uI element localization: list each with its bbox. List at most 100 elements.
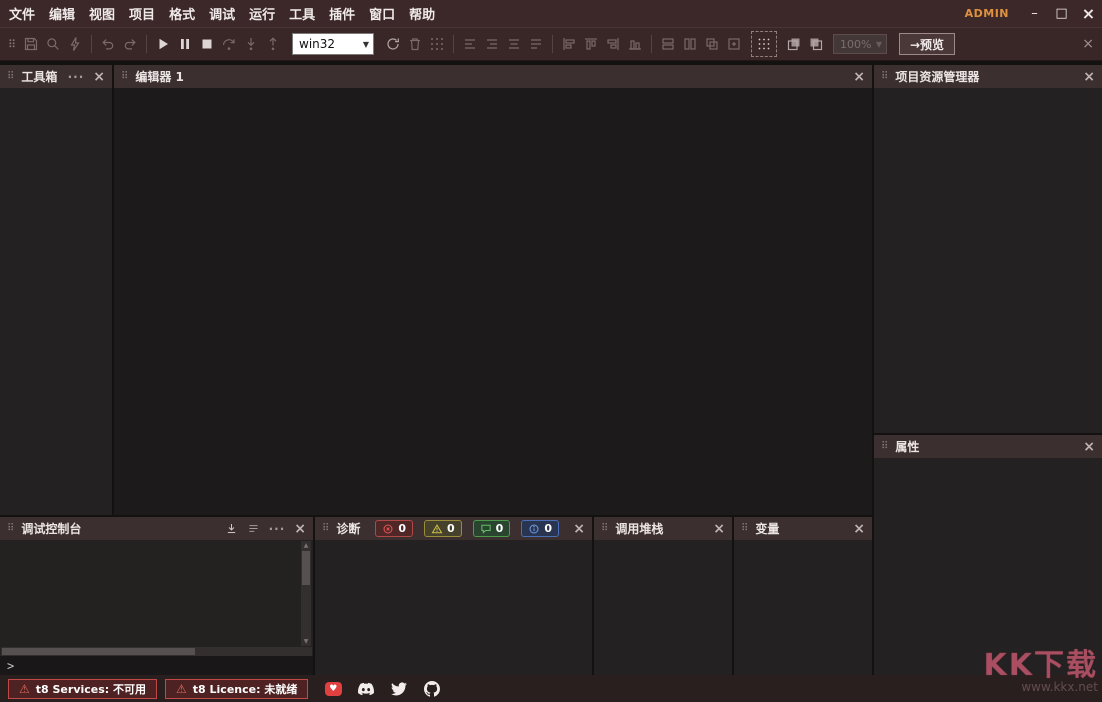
step-out-icon[interactable] <box>262 32 284 56</box>
variables-header: ⠿ 变量 × <box>734 517 872 540</box>
menu-window[interactable]: 窗口 <box>369 4 395 23</box>
diagnostics-close-icon[interactable]: × <box>573 522 585 536</box>
admin-account-label[interactable]: ADMIN <box>965 7 1009 20</box>
menu-plugins[interactable]: 插件 <box>329 4 355 23</box>
toolbar-separator <box>552 35 553 53</box>
undo-icon[interactable] <box>97 32 119 56</box>
services-status-button[interactable]: ⚠ t8 Services: 不可用 <box>8 679 157 699</box>
more-options-icon[interactable]: ··· <box>68 72 85 82</box>
scrollbar-thumb[interactable] <box>302 551 310 585</box>
menu-tools[interactable]: 工具 <box>289 4 315 23</box>
variables-title: 变量 <box>755 520 779 537</box>
snap-grid-toggle[interactable] <box>751 31 777 57</box>
drag-handle-icon[interactable]: ⠿ <box>322 523 329 534</box>
target-platform-select[interactable]: win32 ▼ <box>292 33 374 55</box>
save-icon[interactable] <box>20 32 42 56</box>
discord-link[interactable] <box>357 680 375 698</box>
pause-icon[interactable] <box>174 32 196 56</box>
drag-handle-icon[interactable]: ⠿ <box>7 71 14 82</box>
menu-help[interactable]: 帮助 <box>409 4 435 23</box>
maximize-button[interactable]: □ <box>1048 0 1075 27</box>
drag-handle-icon[interactable]: ⠿ <box>881 441 888 452</box>
auto-size-icon[interactable] <box>723 32 745 56</box>
drag-handle-icon[interactable]: ⠿ <box>7 523 14 534</box>
toolbox-body <box>0 88 112 515</box>
discord-icon <box>358 681 374 697</box>
scroll-down-icon[interactable]: ▼ <box>301 638 311 645</box>
info-icon <box>528 523 540 535</box>
debug-console-close-icon[interactable]: × <box>294 522 306 536</box>
delete-icon[interactable] <box>404 32 426 56</box>
call-stack-close-icon[interactable]: × <box>713 522 725 536</box>
toolbox-close-icon[interactable]: × <box>93 70 105 84</box>
menu-bar: 文件 编辑 视图 项目 格式 调试 运行 工具 插件 窗口 帮助 <box>0 4 449 23</box>
distribute-lines-1-icon[interactable] <box>459 32 481 56</box>
twitter-icon <box>391 681 407 697</box>
align-left-icon[interactable] <box>558 32 580 56</box>
search-icon[interactable] <box>42 32 64 56</box>
zoom-select[interactable]: 100% ▼ <box>833 34 887 54</box>
window-close-button[interactable]: × <box>1075 0 1102 27</box>
menu-debug[interactable]: 调试 <box>209 4 235 23</box>
send-to-back-icon[interactable] <box>805 32 827 56</box>
messages-badge[interactable]: 0 <box>473 520 511 537</box>
variables-close-icon[interactable]: × <box>853 522 865 536</box>
menu-file[interactable]: 文件 <box>9 4 35 23</box>
same-width-icon[interactable] <box>657 32 679 56</box>
drag-handle-icon[interactable]: ⠿ <box>121 71 128 82</box>
project-explorer-close-icon[interactable]: × <box>1083 70 1095 84</box>
distribute-lines-4-icon[interactable] <box>525 32 547 56</box>
run-icon[interactable] <box>152 32 174 56</box>
clear-output-icon[interactable] <box>247 522 260 535</box>
minimize-button[interactable]: – <box>1021 0 1048 27</box>
toolbar-grip-icon[interactable]: ⠿ <box>4 32 20 56</box>
bring-to-front-icon[interactable] <box>783 32 805 56</box>
editor-canvas[interactable] <box>114 88 872 515</box>
refresh-icon[interactable] <box>382 32 404 56</box>
warning-icon: ⚠ <box>19 682 30 696</box>
kofi-link[interactable]: ♥ <box>324 680 342 698</box>
toolbox-header: ⠿ 工具箱 ··· × <box>0 65 112 88</box>
errors-badge[interactable]: 0 <box>375 520 413 537</box>
drag-handle-icon[interactable]: ⠿ <box>601 523 608 534</box>
horizontal-scrollbar[interactable] <box>1 647 312 656</box>
same-height-icon[interactable] <box>679 32 701 56</box>
autoscroll-icon[interactable] <box>225 522 238 535</box>
flash-icon[interactable] <box>64 32 86 56</box>
warnings-badge[interactable]: 0 <box>424 520 462 537</box>
info-badge[interactable]: 0 <box>521 520 559 537</box>
distribute-lines-3-icon[interactable] <box>503 32 525 56</box>
grid-dots-icon[interactable] <box>426 32 448 56</box>
preview-button[interactable]: →预览 <box>899 33 955 55</box>
chevron-down-icon: ▼ <box>876 40 882 49</box>
scroll-up-icon[interactable]: ▲ <box>301 542 311 549</box>
step-over-icon[interactable] <box>218 32 240 56</box>
vertical-scrollbar[interactable]: ▲ ▼ <box>301 541 311 646</box>
editor-close-icon[interactable]: × <box>853 70 865 84</box>
diagnostics-body <box>315 540 592 675</box>
twitter-link[interactable] <box>390 680 408 698</box>
align-top-icon[interactable] <box>580 32 602 56</box>
menu-edit[interactable]: 编辑 <box>49 4 75 23</box>
redo-icon[interactable] <box>119 32 141 56</box>
step-into-icon[interactable] <box>240 32 262 56</box>
align-bottom-icon[interactable] <box>624 32 646 56</box>
align-right-icon[interactable] <box>602 32 624 56</box>
scrollbar-thumb[interactable] <box>2 648 195 655</box>
properties-close-icon[interactable]: × <box>1083 440 1095 454</box>
console-input-line[interactable]: > <box>0 656 313 675</box>
same-size-icon[interactable] <box>701 32 723 56</box>
menu-format[interactable]: 格式 <box>169 4 195 23</box>
menu-run[interactable]: 运行 <box>249 4 275 23</box>
distribute-lines-2-icon[interactable] <box>481 32 503 56</box>
stop-icon[interactable] <box>196 32 218 56</box>
menu-view[interactable]: 视图 <box>89 4 115 23</box>
github-link[interactable] <box>423 680 441 698</box>
toolbar-close-icon[interactable]: × <box>1082 36 1094 52</box>
drag-handle-icon[interactable]: ⠿ <box>741 523 748 534</box>
drag-handle-icon[interactable]: ⠿ <box>881 71 888 82</box>
more-options-icon[interactable]: ··· <box>269 524 286 534</box>
warnings-count: 0 <box>447 522 455 535</box>
licence-status-button[interactable]: ⚠ t8 Licence: 未就绪 <box>165 679 308 699</box>
menu-project[interactable]: 项目 <box>129 4 155 23</box>
